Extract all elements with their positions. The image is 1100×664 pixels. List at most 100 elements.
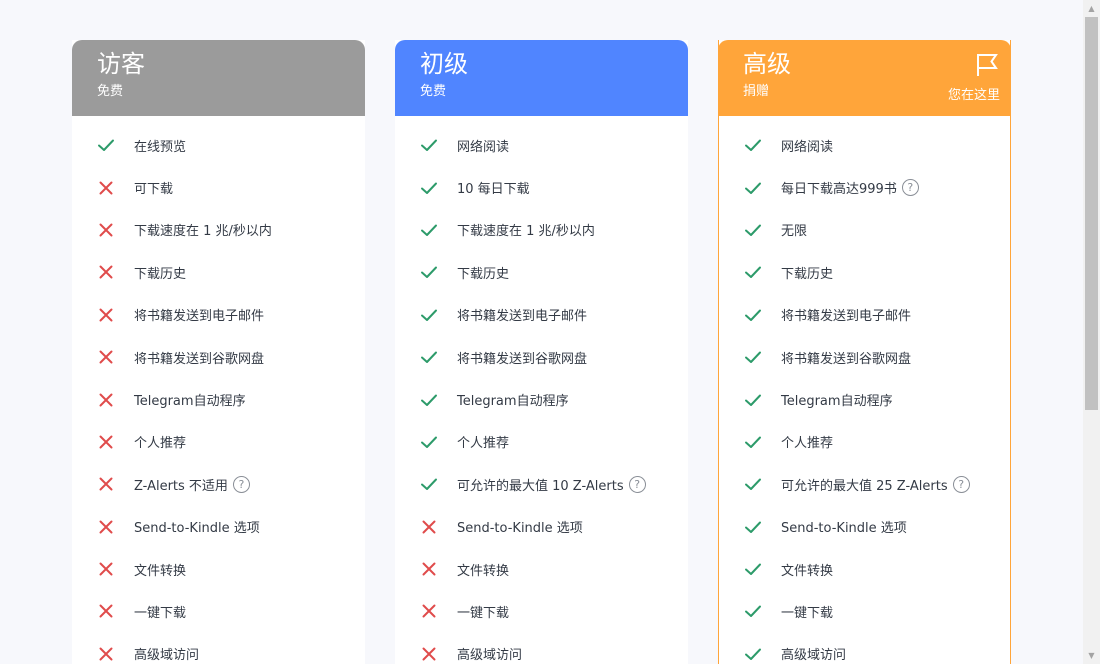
feature-item: 个人推荐 [395, 421, 688, 463]
cross-icon [99, 604, 113, 618]
feature-label: 下载历史 [457, 266, 510, 282]
plan-name: 初级 [420, 50, 468, 78]
check-icon [421, 394, 437, 406]
feature-label: 文件转换 [134, 563, 187, 579]
feature-label: 可允许的最大值 10 Z-Alerts [457, 478, 624, 494]
feature-label: 在线预览 [134, 139, 187, 155]
plan-card: 初级 免费 网络阅读 10 每日下载 下载速度在 1 兆/秒以内 下载历史 将书籍发送到电子… [395, 40, 688, 664]
feature-label: Send-to-Kindle 选项 [457, 521, 583, 537]
help-icon[interactable]: ? [232, 475, 250, 493]
cross-icon [99, 647, 113, 661]
scroll-thumb[interactable] [1085, 17, 1098, 410]
feature-item: 下载速度在 1 兆/秒以内 [395, 209, 688, 251]
cross-icon [99, 435, 113, 449]
feature-label: Telegram自动程序 [781, 394, 893, 410]
feature-item: Send-to-Kindle 选项 [719, 506, 1010, 548]
feature-label: 网络阅读 [457, 139, 510, 155]
feature-item: 可允许的最大值 25 Z-Alerts? [719, 463, 1010, 505]
feature-item: 将书籍发送到谷歌网盘 [395, 336, 688, 378]
scroll-down-icon[interactable]: ▼ [1083, 647, 1100, 664]
cross-icon [99, 265, 113, 279]
feature-item: Telegram自动程序 [719, 378, 1010, 420]
feature-label: 一键下载 [781, 605, 834, 621]
cross-icon [99, 562, 113, 576]
feature-item: 高级域访问 [72, 633, 365, 664]
feature-item: 将书籍发送到电子邮件 [719, 294, 1010, 336]
feature-list: 网络阅读 每日下载高达999书? 无限 下载历史 将书籍发送到电子邮件 将书籍发送到谷歌网… [719, 116, 1010, 664]
feature-list: 在线预览可下载下载速度在 1 兆/秒以内下载历史将书籍发送到电子邮件将书籍发送到… [72, 116, 365, 664]
help-icon[interactable]: ? [952, 475, 970, 493]
feature-item: 将书籍发送到电子邮件 [395, 294, 688, 336]
check-icon [421, 139, 437, 152]
plan-price: 免费 [420, 84, 447, 99]
check-icon [745, 478, 761, 491]
feature-label: 网络阅读 [781, 139, 834, 155]
plan-header: 高级 捐赠 您在这里 [718, 40, 1011, 116]
feature-item: Telegram自动程序 [72, 378, 365, 420]
check-icon [421, 436, 437, 448]
scroll-up-icon[interactable]: ▲ [1083, 0, 1100, 17]
current-plan-label: 您在这里 [947, 88, 1000, 103]
check-icon [745, 351, 761, 364]
feature-label: Send-to-Kindle 选项 [781, 521, 907, 537]
feature-label: 个人推荐 [457, 436, 510, 452]
feature-label: 无限 [781, 224, 808, 240]
feature-label: 可允许的最大值 25 Z-Alerts [781, 478, 948, 494]
check-icon [745, 309, 761, 321]
check-icon [745, 182, 761, 194]
current-plan-badge: 您在这里 [948, 52, 1000, 103]
check-icon [745, 648, 761, 660]
feature-label: 可下载 [134, 182, 174, 198]
feature-item: Send-to-Kindle 选项 [72, 506, 365, 548]
feature-label: 将书籍发送到电子邮件 [457, 309, 588, 325]
feature-item: 下载历史 [395, 251, 688, 293]
cross-icon [422, 520, 436, 534]
vertical-scrollbar[interactable]: ▲ ▼ [1083, 0, 1100, 664]
check-icon [745, 224, 761, 236]
feature-item: 下载历史 [719, 251, 1010, 293]
feature-item: Send-to-Kindle 选项 [395, 506, 688, 548]
plan-header: 初级 免费 [395, 40, 688, 116]
check-icon [745, 394, 761, 406]
feature-item: 网络阅读 [719, 124, 1010, 166]
help-icon[interactable]: ? [628, 475, 646, 493]
feature-item: 文件转换 [719, 548, 1010, 590]
feature-label: 高级域访问 [134, 648, 200, 664]
feature-item: Z-Alerts 不适用? [72, 463, 365, 505]
feature-label: 下载历史 [781, 266, 834, 282]
feature-item: 无限 [719, 209, 1010, 251]
check-icon [421, 224, 437, 236]
feature-item: 可下载 [72, 166, 365, 208]
feature-label: 一键下载 [134, 605, 187, 621]
cross-icon [99, 520, 113, 534]
feature-item: 一键下载 [719, 590, 1010, 632]
feature-label: Telegram自动程序 [457, 394, 569, 410]
feature-label: 文件转换 [781, 563, 834, 579]
plans-container: 访客 免费 在线预览 可下载 下载速度在 1 兆/秒以内 下载历史 将书籍发送到电子邮件 将书… [72, 40, 1011, 664]
help-icon[interactable]: ? [901, 179, 919, 197]
feature-label: 将书籍发送到电子邮件 [134, 309, 265, 325]
feature-label: Send-to-Kindle 选项 [134, 521, 260, 537]
feature-item: 下载速度在 1 兆/秒以内 [72, 209, 365, 251]
pricing-page: 访客 免费 在线预览 可下载 下载速度在 1 兆/秒以内 下载历史 将书籍发送到电子邮件 将书… [0, 0, 1100, 664]
cross-icon [99, 223, 113, 237]
feature-label: 将书籍发送到谷歌网盘 [457, 351, 588, 367]
check-icon [745, 436, 761, 448]
cross-icon [422, 562, 436, 576]
feature-item: 高级域访问 [719, 633, 1010, 664]
feature-item: 文件转换 [395, 548, 688, 590]
feature-label: 个人推荐 [134, 436, 187, 452]
cross-icon [99, 393, 113, 407]
feature-item: 将书籍发送到谷歌网盘 [72, 336, 365, 378]
cross-icon [99, 477, 113, 491]
feature-label: 个人推荐 [781, 436, 834, 452]
feature-label: 文件转换 [457, 563, 510, 579]
check-icon [98, 139, 114, 152]
feature-item: 网络阅读 [395, 124, 688, 166]
check-icon [421, 478, 437, 491]
feature-item: 在线预览 [72, 124, 365, 166]
feature-label: 下载历史 [134, 266, 187, 282]
feature-label: 高级域访问 [781, 648, 847, 664]
cross-icon [99, 308, 113, 322]
cross-icon [99, 350, 113, 364]
